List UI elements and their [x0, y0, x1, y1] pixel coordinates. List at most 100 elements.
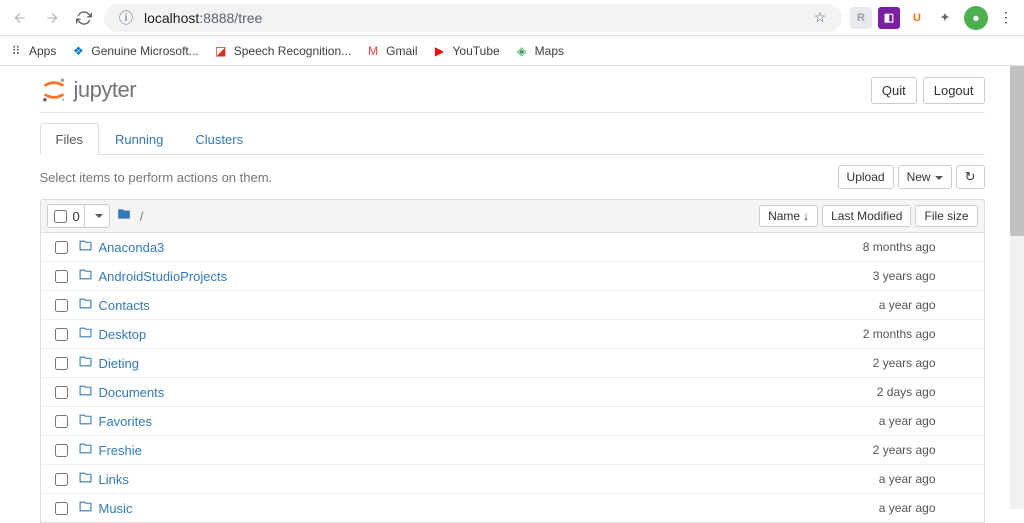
toolbar-row: Select items to perform actions on them.… — [40, 155, 985, 199]
file-modified: a year ago — [879, 298, 976, 312]
select-all-checkbox[interactable] — [54, 210, 67, 223]
modified-column-button[interactable]: Last Modified — [822, 205, 911, 227]
bookmark-icon: ◪ — [213, 43, 229, 59]
bookmark-item-0[interactable]: ⠿Apps — [8, 43, 56, 59]
scrollbar-thumb[interactable] — [1010, 66, 1024, 236]
file-checkbox[interactable] — [55, 299, 68, 312]
kebab-menu-icon[interactable]: ⋮ — [996, 8, 1016, 28]
url-text: localhost:8888/tree — [144, 10, 262, 26]
bookmark-label: Speech Recognition... — [234, 44, 351, 58]
list-header: 0 / Name↓ Last Modified File size — [40, 199, 985, 233]
tab-files[interactable]: Files — [40, 123, 99, 155]
arrow-down-icon: ↓ — [803, 209, 809, 223]
bookmark-icon: M — [365, 43, 381, 59]
file-name-link[interactable]: Links — [99, 472, 129, 487]
reload-button[interactable] — [72, 6, 96, 30]
extension-icon-3[interactable]: ✦ — [934, 7, 956, 29]
file-row: Freshie 2 years ago — [41, 436, 984, 465]
folder-icon — [78, 442, 93, 458]
tab-running[interactable]: Running — [99, 123, 179, 155]
extension-icon-0[interactable]: R — [850, 7, 872, 29]
forward-button[interactable] — [40, 6, 64, 30]
info-icon[interactable]: ⓘ — [116, 8, 136, 28]
bookmark-icon: ▶ — [432, 43, 448, 59]
extension-icon-1[interactable]: ◧ — [878, 7, 900, 29]
profile-avatar[interactable]: ☻ — [964, 6, 988, 30]
bookmark-item-5[interactable]: ◈Maps — [514, 43, 564, 59]
file-checkbox[interactable] — [55, 473, 68, 486]
bookmarks-bar: ⠿Apps ❖Genuine Microsoft... ◪ Speech Recogn… — [0, 36, 1024, 66]
file-checkbox[interactable] — [55, 502, 68, 515]
file-checkbox[interactable] — [55, 415, 68, 428]
scrollbar[interactable] — [1010, 66, 1024, 509]
bookmark-item-1[interactable]: ❖Genuine Microsoft... — [70, 43, 198, 59]
select-all-group: 0 — [47, 204, 110, 228]
upload-button[interactable]: Upload — [838, 165, 894, 189]
back-button[interactable] — [8, 6, 32, 30]
tab-clusters[interactable]: Clusters — [179, 123, 259, 155]
file-modified: 2 years ago — [873, 356, 976, 370]
jupyter-logo[interactable]: jupyter — [40, 76, 137, 104]
folder-icon — [78, 297, 93, 313]
folder-icon — [78, 268, 93, 284]
refresh-button[interactable]: ↻ — [956, 165, 985, 189]
jupyter-header: jupyter Quit Logout — [40, 66, 985, 113]
file-row: Dieting 2 years ago — [41, 349, 984, 378]
bookmark-label: Maps — [535, 44, 564, 58]
caret-down-icon — [95, 214, 103, 218]
file-row: Desktop 2 months ago — [41, 320, 984, 349]
file-row: Links a year ago — [41, 465, 984, 494]
file-name-link[interactable]: AndroidStudioProjects — [99, 269, 228, 284]
quit-button[interactable]: Quit — [871, 77, 917, 104]
file-name-link[interactable]: Freshie — [99, 443, 142, 458]
folder-home-icon[interactable] — [116, 207, 132, 225]
file-checkbox[interactable] — [55, 241, 68, 254]
jupyter-logo-text: jupyter — [74, 77, 137, 103]
extension-icon-2[interactable]: U — [906, 7, 928, 29]
size-column-button[interactable]: File size — [915, 205, 977, 227]
logout-button[interactable]: Logout — [923, 77, 985, 104]
name-column-button[interactable]: Name↓ — [759, 205, 818, 227]
file-name-link[interactable]: Anaconda3 — [99, 240, 165, 255]
file-checkbox[interactable] — [55, 444, 68, 457]
caret-down-icon — [935, 176, 943, 180]
file-modified: 2 years ago — [873, 443, 976, 457]
file-name-link[interactable]: Music — [99, 501, 133, 516]
file-modified: a year ago — [879, 472, 976, 486]
bookmark-item-3[interactable]: M Gmail — [365, 43, 417, 59]
breadcrumb-separator: / — [140, 209, 144, 224]
url-host: localhost — [144, 10, 199, 26]
file-name-link[interactable]: Documents — [99, 385, 165, 400]
file-modified: a year ago — [879, 501, 976, 515]
file-checkbox[interactable] — [55, 357, 68, 370]
file-modified: a year ago — [879, 414, 976, 428]
file-checkbox[interactable] — [55, 270, 68, 283]
refresh-icon: ↻ — [965, 169, 976, 184]
hint-text: Select items to perform actions on them. — [40, 170, 273, 185]
star-icon[interactable]: ☆ — [810, 8, 830, 28]
browser-chrome: ⓘ localhost:8888/tree ☆ R ◧ U ✦ ☻ ⋮ — [0, 0, 1024, 36]
address-bar[interactable]: ⓘ localhost:8888/tree ☆ — [104, 4, 842, 32]
new-button[interactable]: New — [898, 165, 952, 189]
bookmark-label: Gmail — [386, 44, 417, 58]
bookmark-item-4[interactable]: ▶YouTube — [432, 43, 500, 59]
file-row: Contacts a year ago — [41, 291, 984, 320]
bookmark-item-2[interactable]: ◪ Speech Recognition... — [213, 43, 351, 59]
file-checkbox[interactable] — [55, 386, 68, 399]
url-path: :8888/tree — [199, 10, 262, 26]
file-name-link[interactable]: Favorites — [99, 414, 152, 429]
file-name-link[interactable]: Contacts — [99, 298, 150, 313]
new-button-label: New — [907, 170, 931, 184]
file-name-link[interactable]: Desktop — [99, 327, 147, 342]
folder-icon — [78, 413, 93, 429]
selected-count: 0 — [73, 209, 84, 224]
folder-icon — [78, 326, 93, 342]
file-checkbox[interactable] — [55, 328, 68, 341]
file-modified: 2 months ago — [863, 327, 976, 341]
file-modified: 3 years ago — [873, 269, 976, 283]
file-row: AndroidStudioProjects 3 years ago — [41, 262, 984, 291]
folder-icon — [78, 239, 93, 255]
file-name-link[interactable]: Dieting — [99, 356, 139, 371]
folder-icon — [78, 500, 93, 516]
select-dropdown[interactable] — [84, 205, 109, 227]
